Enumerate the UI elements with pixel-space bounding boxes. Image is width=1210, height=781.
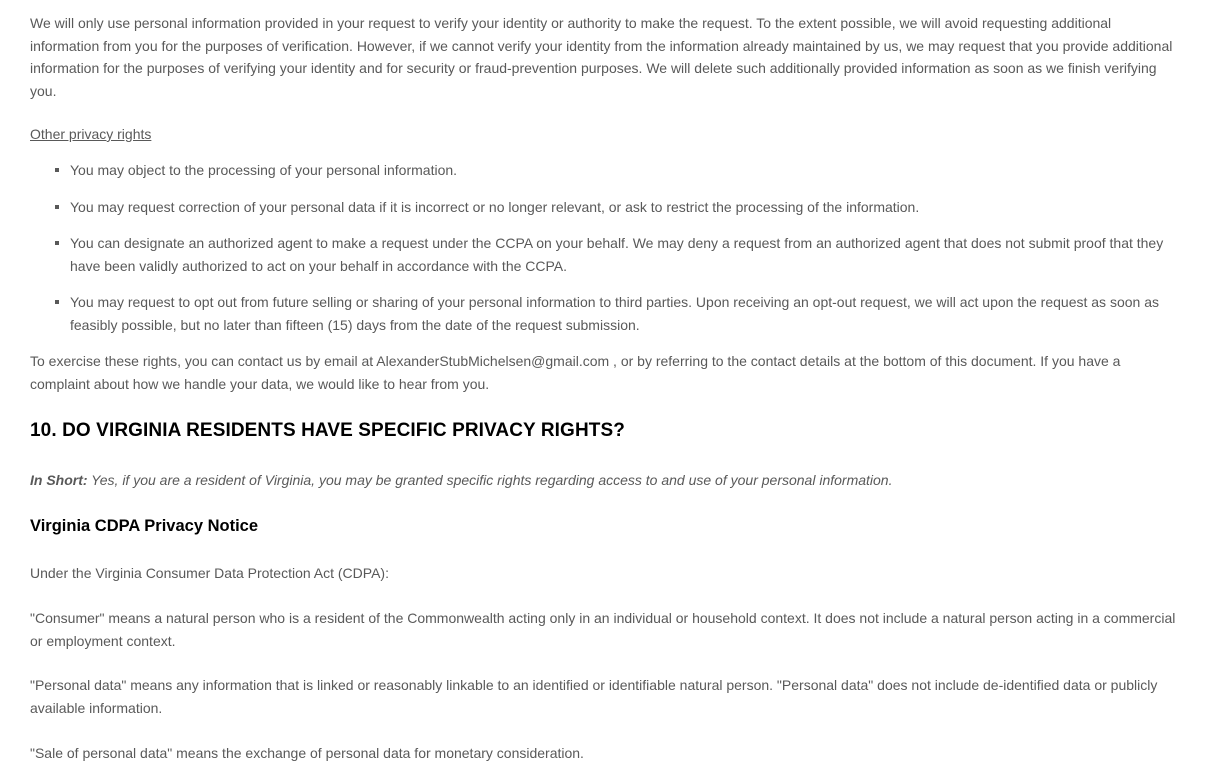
cdpa-intro: Under the Virginia Consumer Data Protect… [30, 565, 389, 581]
consumer-definition: "Consumer" means a natural person who is… [30, 610, 1176, 649]
personal-data-definition: "Personal data" means any information th… [30, 677, 1158, 716]
rights-list: You may object to the processing of your… [30, 159, 1180, 182]
bullet-icon [55, 300, 59, 304]
in-short-text: Yes, if you are a resident of Virginia, … [87, 472, 893, 488]
right-agent-text: You can designate an authorized agent to… [70, 235, 1164, 274]
list-item: You can designate an authorized agent to… [30, 232, 1180, 277]
list-item: You may object to the processing of your… [30, 159, 1180, 182]
verification-paragraph: We will only use personal information pr… [30, 15, 1173, 99]
right-object-text: You may object to the processing of your… [70, 162, 458, 178]
other-privacy-rights-heading: Other privacy rights [30, 126, 152, 142]
bullet-icon [55, 168, 59, 172]
rights-list-3: You can designate an authorized agent to… [30, 232, 1180, 277]
exercise-rights-paragraph: To exercise these rights, you can contac… [30, 353, 1121, 392]
section-heading: 10. DO VIRGINIA RESIDENTS HAVE SPECIFIC … [30, 420, 625, 441]
right-opt-out-text: You may request to opt out from future s… [70, 294, 1159, 333]
list-item: You may request to opt out from future s… [30, 291, 1180, 336]
bullet-icon [55, 241, 59, 245]
in-short-label: In Short: [30, 472, 88, 488]
subheading: Virginia CDPA Privacy Notice [30, 517, 259, 535]
list-item: You may request correction of your perso… [30, 196, 1180, 219]
rights-list-4: You may request to opt out from future s… [30, 291, 1180, 336]
rights-list-2: You may request correction of your perso… [30, 196, 1180, 219]
sale-definition: "Sale of personal data" means the exchan… [30, 745, 584, 761]
bullet-icon [55, 205, 59, 209]
in-short-summary: In Short: Yes, if you are a resident of … [30, 469, 1180, 491]
right-correction-text: You may request correction of your perso… [70, 199, 920, 215]
other-rights-heading-wrap: Other privacy rights [30, 123, 1180, 145]
